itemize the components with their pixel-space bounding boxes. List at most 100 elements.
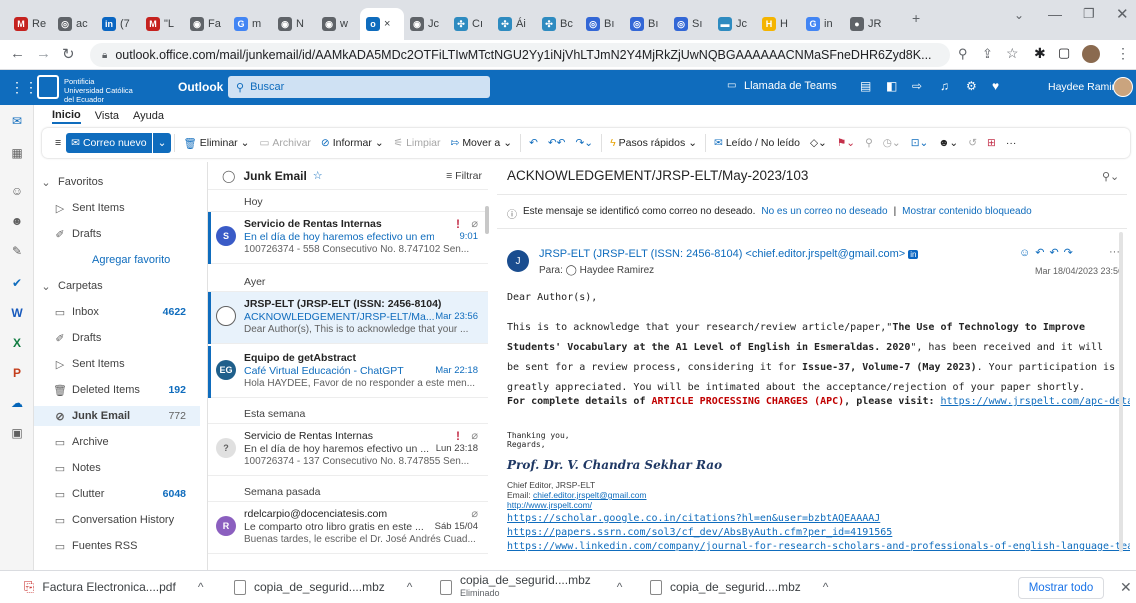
minimize-icon[interactable]: — xyxy=(1048,6,1062,22)
pin-icon[interactable]: ⚲ xyxy=(860,137,878,149)
collapse-nav-icon[interactable]: ≡ xyxy=(50,137,66,149)
close-downloads-icon[interactable]: ✕ xyxy=(1120,579,1132,596)
folder-item[interactable]: ⊘ Junk Email 772 xyxy=(34,406,200,426)
powerpoint-icon[interactable]: P xyxy=(9,365,25,381)
people-icon[interactable]: ☺ xyxy=(9,183,25,199)
extensions-icon[interactable]: ✱ xyxy=(1034,45,1046,62)
browser-tab[interactable]: Gin xyxy=(800,8,844,40)
sender-avatar[interactable]: J xyxy=(507,250,529,272)
sender-avatar[interactable]: S xyxy=(216,226,236,246)
list-scrollbar[interactable] xyxy=(485,206,489,234)
favorite-drafts[interactable]: ✐ Drafts xyxy=(34,224,200,244)
new-mail-dropdown[interactable]: ⌄ xyxy=(151,133,172,153)
chevron-up-icon[interactable]: ^ xyxy=(407,580,413,594)
tab-search-icon[interactable]: ⌄ xyxy=(1014,8,1024,22)
browser-tab[interactable]: ▬ Jc xyxy=(712,8,756,40)
browser-tab[interactable]: HH xyxy=(756,8,800,40)
message-actions[interactable]: ☺↶↶↷ xyxy=(1019,246,1078,259)
move-button[interactable]: ⇰ Mover a ⌄ xyxy=(446,137,518,149)
show-blocked-link[interactable]: Mostrar contenido bloqueado xyxy=(902,206,1032,221)
reply-all-icon[interactable]: ↶↶ xyxy=(543,137,571,149)
browser-tab[interactable]: ◉ N xyxy=(272,8,316,40)
browser-tab[interactable]: ◉ Fa xyxy=(184,8,228,40)
chat-icon[interactable]: ▤ xyxy=(860,79,871,93)
favorites-header[interactable]: ⌄ Favoritos xyxy=(34,172,200,192)
sender-avatar[interactable]: R xyxy=(216,516,236,536)
app-name[interactable]: Outlook xyxy=(178,80,223,94)
clean-button[interactable]: ⚟ Limpiar xyxy=(389,137,446,149)
forward-apps-icon[interactable]: ⇨ xyxy=(912,79,922,93)
browser-tab[interactable]: ✣ Cı xyxy=(448,8,492,40)
quick-steps-button[interactable]: ϟ Pasos rápidos ⌄ xyxy=(605,137,702,149)
calendar-icon[interactable]: ▦ xyxy=(9,145,25,161)
message-item[interactable]: Rrdelcarpio@docenciatesis.com Le comparto… xyxy=(208,502,488,554)
linkedin-icon[interactable]: in xyxy=(908,250,919,259)
recipient-name[interactable]: Haydee Ramirez xyxy=(580,265,654,276)
folder-item[interactable]: ▭ Notes xyxy=(34,458,200,478)
download-item-mbz-2[interactable]: copia_de_segurid....mbz Eliminado ^ xyxy=(440,571,622,603)
onenote-icon[interactable]: ◧ xyxy=(886,79,897,93)
select-all-checkbox[interactable]: ◯ xyxy=(222,169,235,183)
search-box[interactable]: ⚲ Buscar xyxy=(228,76,490,98)
new-mail-button[interactable]: ✉ Correo nuevo xyxy=(66,133,152,153)
not-junk-link[interactable]: No es un correo no deseado xyxy=(761,206,887,221)
back-icon[interactable]: ← xyxy=(10,45,25,62)
report-button[interactable]: ⊘ Informar ⌄ xyxy=(316,137,389,149)
forward-icon[interactable]: ↷⌄ xyxy=(570,137,598,149)
favorite-star-icon[interactable]: ☆ xyxy=(313,169,323,182)
share-icon[interactable]: ⇪ xyxy=(982,46,993,62)
onedrive-icon[interactable]: ☁ xyxy=(9,395,25,411)
browser-tab[interactable]: o × xyxy=(360,8,404,40)
tab-vista[interactable]: Vista xyxy=(95,110,119,122)
chevron-up-icon[interactable]: ^ xyxy=(823,580,829,594)
message-item[interactable]: S Servicio de Rentas Internas En el día de… xyxy=(208,212,488,264)
bell-icon[interactable]: ♫ xyxy=(940,79,949,93)
teams-call-button[interactable]: Llamada de Teams xyxy=(744,80,837,92)
download-item-pdf[interactable]: ⎘ Factura Electronica....pdf ^ xyxy=(24,571,203,603)
tab-inicio[interactable]: Inicio xyxy=(52,109,81,124)
folder-item[interactable]: ✐ Drafts xyxy=(34,328,200,348)
more-actions-icon[interactable]: ··· xyxy=(1001,137,1022,149)
folder-item[interactable]: ▭ Fuentes RSS xyxy=(34,536,200,556)
apps-grid-icon[interactable]: ⊞ xyxy=(982,137,1001,149)
new-tab-button[interactable]: + xyxy=(912,10,920,26)
folder-item[interactable]: 🗑︎ Deleted Items 192 xyxy=(34,380,200,400)
tips-icon[interactable]: ♥ xyxy=(992,79,999,93)
browser-tab[interactable]: ✣ Bc xyxy=(536,8,580,40)
favorite-sent-items[interactable]: ▷ Sent Items xyxy=(34,198,200,218)
browser-tab[interactable]: Gm xyxy=(228,8,272,40)
sender-avatar[interactable]: ? xyxy=(216,438,236,458)
maximize-icon[interactable]: ❐ xyxy=(1083,6,1095,22)
folder-item[interactable]: ▷ Sent Items xyxy=(34,354,200,374)
filter-button[interactable]: ≡ Filtrar xyxy=(446,170,482,182)
excel-icon[interactable]: X xyxy=(9,335,25,351)
chevron-up-icon[interactable]: ^ xyxy=(198,580,204,594)
categorize-icon[interactable]: ◇⌄ xyxy=(805,137,832,149)
sender-avatar[interactable] xyxy=(216,306,236,326)
site-link[interactable]: http://www.jrspelt.com/ xyxy=(507,500,592,510)
url-field[interactable]: 🔒︎ outlook.office.com/mail/junkemail/id/… xyxy=(90,43,950,67)
browser-tab[interactable]: ✣ Ái xyxy=(492,8,536,40)
word-icon[interactable]: W xyxy=(9,305,25,321)
reading-scrollbar[interactable] xyxy=(1119,232,1123,552)
zoom-icon[interactable]: ⚲ xyxy=(958,46,968,62)
browser-tab[interactable]: M "L xyxy=(140,8,184,40)
message-item[interactable]: EG Equipo de getAbstract Café Virtual Educ… xyxy=(208,346,488,398)
attach-icon[interactable]: ✎ xyxy=(9,243,25,259)
browser-tab[interactable]: ◎ Bı xyxy=(580,8,624,40)
read-unread-button[interactable]: ✉ Leído / No leído xyxy=(709,137,805,149)
scholar-link[interactable]: https://scholar.google.co.in/citations?h… xyxy=(507,512,1130,526)
signature-email-link[interactable]: chief.editor.jrspelt@gmail.com xyxy=(533,490,647,500)
sender-avatar[interactable]: EG xyxy=(216,360,236,380)
show-all-button[interactable]: Mostrar todo xyxy=(1018,577,1104,599)
profile-avatar[interactable] xyxy=(1082,45,1100,63)
archive-button[interactable]: ▭ Archivar xyxy=(254,137,315,149)
tab-ayuda[interactable]: Ayuda xyxy=(133,110,164,122)
flag-icon[interactable]: ⚑⌄ xyxy=(832,137,860,149)
chevron-up-icon[interactable]: ^ xyxy=(617,580,623,594)
reply-icon[interactable]: ↶ xyxy=(524,137,543,149)
browser-tab[interactable]: ◎ Bı xyxy=(624,8,668,40)
bookmark-star-icon[interactable]: ☆ xyxy=(1006,45,1019,62)
groups-action-icon[interactable]: ☻⌄ xyxy=(933,137,963,149)
app-launcher-icon[interactable]: ⋮⋮ xyxy=(10,79,38,96)
